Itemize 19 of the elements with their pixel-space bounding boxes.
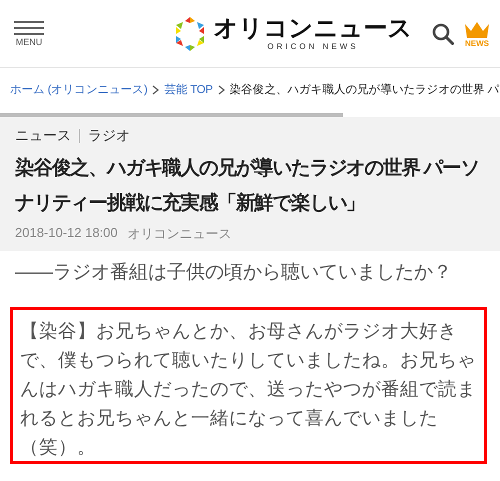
category-link[interactable]: ニュース: [15, 127, 71, 145]
chevron-icon: [218, 84, 224, 94]
logo-text: オリコンニュース: [214, 16, 412, 42]
article-date: 2018-10-12 18:00: [15, 225, 118, 242]
answer-text: 【染谷】お兄ちゃんとか、お母さんがラジオ大好きで、僕もつられて聴いたりしていましたね。お兄ちゃんはハガキ職人だったので、送ったやつが番組で読まれるとお兄ちゃんと一緒になって喜んでいました（笑）。: [20, 319, 477, 459]
category-link[interactable]: ラジオ: [88, 127, 130, 145]
search-icon[interactable]: [432, 22, 454, 44]
breadcrumb-link[interactable]: 芸能 TOP: [164, 82, 212, 97]
article-source: オリコンニュース: [128, 225, 232, 243]
chevron-icon: [152, 84, 160, 94]
menu-icon: [14, 20, 44, 34]
logo-icon: [174, 16, 206, 52]
crown-icon: [464, 20, 490, 38]
menu-button[interactable]: MENU: [14, 20, 44, 46]
breadcrumb-link[interactable]: ホーム (オリコンニュース): [10, 82, 148, 97]
question-text: ――ラジオ番組は子供の頃から聴いていましたか？: [15, 261, 453, 285]
article-title: 染谷俊之、ハガキ職人の兄が導いたラジオの世界 パーソナリティー挑戦に充実感「新鮮で楽しい」: [15, 156, 480, 216]
logo-subtext: ORICON NEWS: [267, 42, 359, 51]
breadcrumb-current: 染谷俊之、ハガキ職人の兄が導いたラジオの世界 パ: [230, 82, 500, 97]
